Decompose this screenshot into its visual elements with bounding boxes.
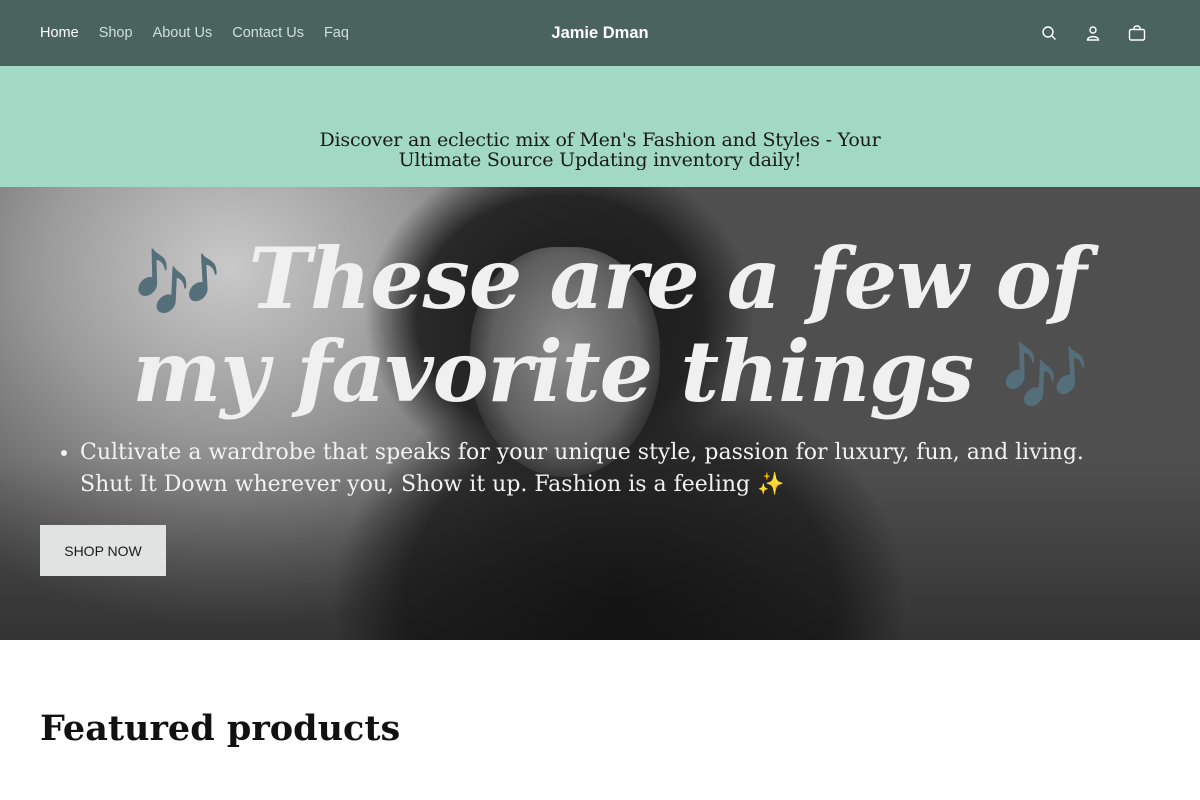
hero-title-part-2: my favorite things xyxy=(132,322,974,421)
nav-about-us[interactable]: About Us xyxy=(153,25,213,41)
announcement-line-1: Discover an eclectic mix of Men's Fashio… xyxy=(319,130,881,151)
nav-contact-us[interactable]: Contact Us xyxy=(232,25,304,41)
hero-bullet-list: Cultivate a wardrobe that speaks for you… xyxy=(80,437,1140,501)
music-notes-icon: 🎶 xyxy=(134,242,221,325)
header-icons xyxy=(1038,0,1148,66)
account-icon[interactable] xyxy=(1082,22,1104,44)
announcement-line-2: Ultimate Source Updating inventory daily… xyxy=(398,149,802,170)
search-icon[interactable] xyxy=(1038,22,1060,44)
site-header: Home Shop About Us Contact Us Faq Jamie … xyxy=(0,0,1200,66)
main-nav: Home Shop About Us Contact Us Faq xyxy=(40,0,349,66)
shop-now-button[interactable]: SHOP NOW xyxy=(40,525,166,576)
hero-title-part-1: These are a few of xyxy=(248,229,1087,328)
nav-shop[interactable]: Shop xyxy=(99,25,133,41)
announcement-bar: Discover an eclectic mix of Men's Fashio… xyxy=(0,66,1200,187)
nav-home[interactable]: Home xyxy=(40,25,79,41)
featured-products-heading: Featured products xyxy=(40,708,401,749)
music-notes-icon: 🎶 xyxy=(1001,335,1088,418)
cart-icon[interactable] xyxy=(1126,22,1148,44)
announcement-text: Discover an eclectic mix of Men's Fashio… xyxy=(0,130,1200,170)
nav-faq[interactable]: Faq xyxy=(324,25,349,41)
hero-banner: 🎶 These are a few of my favorite things … xyxy=(0,187,1200,640)
hero-title: 🎶 These are a few of my favorite things … xyxy=(120,235,1100,421)
hero-bullet-text: Cultivate a wardrobe that speaks for you… xyxy=(80,437,1140,501)
